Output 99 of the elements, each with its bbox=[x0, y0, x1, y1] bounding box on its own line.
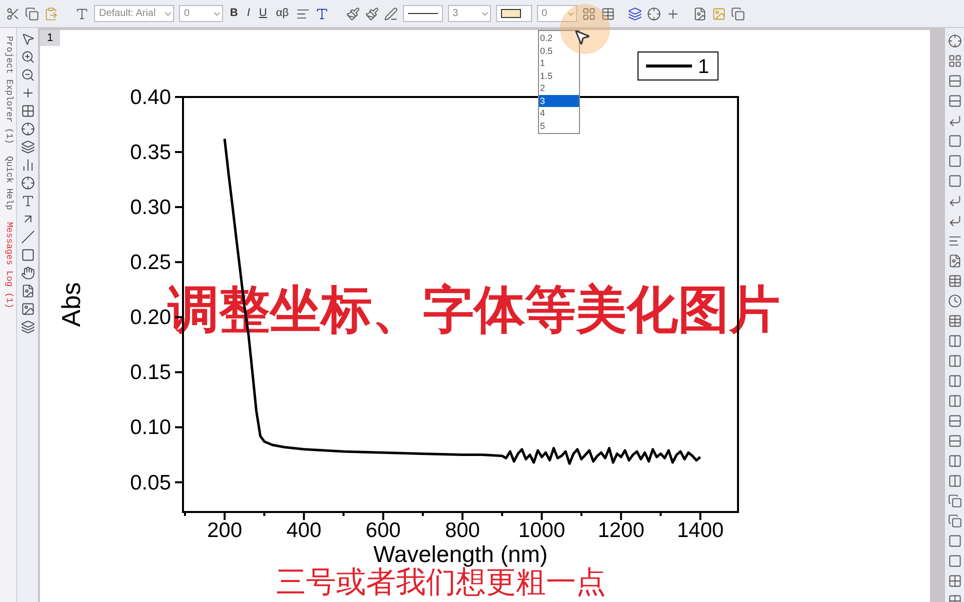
tick-label: 0.40 bbox=[130, 86, 171, 109]
image-icon[interactable] bbox=[20, 284, 34, 298]
caption: 三号或者我们想更粗一点 bbox=[276, 567, 606, 599]
rows-icon[interactable] bbox=[948, 434, 962, 448]
layers-icon[interactable] bbox=[628, 6, 642, 20]
chart-icon[interactable] bbox=[20, 158, 34, 172]
zoom-in-icon[interactable] bbox=[20, 50, 34, 64]
dropdown-option[interactable]: 1.5 bbox=[539, 70, 579, 82]
text-tool-icon[interactable] bbox=[20, 194, 34, 208]
dropdown-option[interactable]: 2 bbox=[539, 82, 579, 94]
format-button[interactable]: B bbox=[228, 5, 240, 22]
axis-title: Wavelength (nm) bbox=[373, 541, 548, 567]
rows-icon[interactable] bbox=[948, 414, 962, 428]
dropdown-option[interactable]: 1 bbox=[539, 57, 579, 70]
tick-label: 1400 bbox=[676, 519, 724, 542]
rows-icon[interactable] bbox=[948, 74, 962, 88]
columns-icon[interactable] bbox=[948, 454, 962, 468]
corner-icon[interactable] bbox=[948, 114, 962, 128]
axis-title: Abs bbox=[56, 282, 86, 327]
size-select[interactable]: 0 bbox=[536, 5, 577, 22]
columns-icon[interactable] bbox=[948, 474, 962, 488]
layers-icon[interactable] bbox=[20, 140, 34, 154]
side-tab[interactable]: Messages Log (1) bbox=[1, 222, 15, 308]
line-style-select[interactable] bbox=[402, 5, 443, 22]
fill-color-icon[interactable] bbox=[346, 6, 360, 20]
lines-icon[interactable] bbox=[948, 234, 962, 248]
hand-icon[interactable] bbox=[20, 266, 34, 280]
tick-label: 0.30 bbox=[130, 196, 171, 220]
table-icon[interactable] bbox=[948, 314, 962, 328]
copy-icon[interactable] bbox=[948, 494, 962, 508]
corner-icon[interactable] bbox=[948, 194, 962, 208]
window-tab[interactable]: 1 bbox=[40, 30, 60, 46]
side-tab[interactable]: Project Explorer (1) bbox=[1, 36, 15, 144]
crosshair-icon[interactable] bbox=[948, 34, 962, 48]
tick-label: 600 bbox=[366, 519, 401, 542]
align-icon[interactable] bbox=[296, 6, 310, 20]
dropdown-option[interactable]: 4 bbox=[539, 107, 579, 120]
square-icon[interactable] bbox=[948, 534, 962, 548]
tick-label: 800 bbox=[444, 519, 480, 542]
square-icon[interactable] bbox=[948, 134, 962, 148]
rectangle-icon[interactable] bbox=[20, 248, 34, 262]
font-size-select[interactable]: 0 bbox=[179, 5, 223, 22]
border-select[interactable] bbox=[496, 5, 532, 22]
cut-icon[interactable] bbox=[6, 6, 20, 20]
grid-icon[interactable] bbox=[948, 574, 962, 588]
image-icon[interactable] bbox=[692, 6, 707, 20]
pen-icon[interactable] bbox=[384, 6, 398, 20]
tick-label: 0.15 bbox=[130, 361, 171, 384]
plus-icon[interactable] bbox=[20, 86, 34, 100]
legend-line bbox=[646, 64, 692, 68]
copy-icon[interactable] bbox=[948, 514, 962, 528]
format-button[interactable]: I bbox=[244, 5, 252, 22]
pattern-icon[interactable] bbox=[364, 6, 379, 20]
font-icon[interactable] bbox=[75, 6, 89, 20]
tick-label: 1000 bbox=[518, 519, 566, 542]
columns-icon[interactable] bbox=[948, 354, 962, 368]
square-icon[interactable] bbox=[948, 154, 962, 168]
columns-icon[interactable] bbox=[948, 334, 962, 348]
dropdown-option[interactable]: 5 bbox=[539, 120, 579, 132]
grid-icon[interactable] bbox=[948, 54, 962, 68]
columns-icon[interactable] bbox=[948, 394, 962, 408]
tick-label: 200 bbox=[207, 519, 242, 542]
dropdown-option[interactable]: 3 bbox=[539, 94, 579, 107]
tick-label: 0.10 bbox=[130, 416, 171, 440]
table-icon[interactable] bbox=[600, 6, 615, 20]
click-highlight bbox=[560, 4, 610, 54]
square-icon[interactable] bbox=[948, 174, 962, 188]
copy-icon[interactable] bbox=[730, 6, 745, 20]
clock-icon[interactable] bbox=[948, 294, 962, 308]
tick-label: 0.25 bbox=[130, 251, 171, 274]
zoom-out-icon[interactable] bbox=[20, 68, 34, 82]
image-icon[interactable] bbox=[20, 302, 34, 316]
crosshair-icon[interactable] bbox=[20, 122, 34, 136]
square-icon[interactable] bbox=[948, 554, 962, 568]
side-tab[interactable]: Quick Help bbox=[1, 156, 15, 210]
font-color-icon[interactable] bbox=[314, 6, 329, 20]
copy-icon[interactable] bbox=[25, 6, 39, 20]
rows-icon[interactable] bbox=[948, 94, 962, 108]
tick-label: 0.05 bbox=[130, 471, 171, 494]
tick-label: 400 bbox=[286, 519, 322, 542]
columns-icon[interactable] bbox=[948, 374, 962, 388]
font-select[interactable]: Default: Arial bbox=[94, 5, 174, 22]
line-width-select[interactable]: 3 bbox=[448, 5, 491, 22]
format-button[interactable]: αβ bbox=[274, 5, 291, 22]
table-icon[interactable] bbox=[948, 274, 962, 288]
pointer-icon[interactable] bbox=[20, 32, 34, 46]
plus-icon[interactable] bbox=[666, 6, 680, 20]
legend-label: 1 bbox=[698, 56, 710, 78]
format-button[interactable]: U bbox=[257, 5, 269, 22]
tick-label: 1200 bbox=[598, 519, 644, 542]
image-icon[interactable] bbox=[948, 254, 962, 268]
dropdown-option[interactable]: 0.5 bbox=[539, 44, 579, 57]
corner-icon[interactable] bbox=[948, 214, 962, 228]
layers-icon[interactable] bbox=[20, 320, 34, 334]
crosshair-icon[interactable] bbox=[646, 6, 661, 20]
crosshair-icon[interactable] bbox=[20, 176, 34, 190]
tick-label: 0.35 bbox=[130, 141, 171, 164]
line-icon[interactable] bbox=[20, 230, 34, 244]
grid-icon[interactable] bbox=[20, 104, 34, 118]
